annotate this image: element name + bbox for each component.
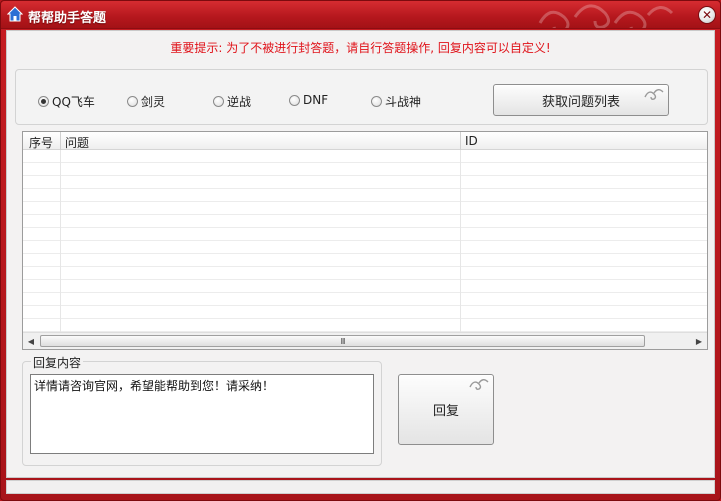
cloud-pattern-icon xyxy=(538,4,674,28)
cloud-decoration-icon xyxy=(469,379,489,390)
radio-dnf[interactable]: DNF xyxy=(289,93,328,107)
title-bar[interactable]: 帮帮助手答题 ✕ xyxy=(1,1,720,29)
reply-group-label: 回复内容 xyxy=(31,354,84,371)
radio-label: QQ飞车 xyxy=(52,95,95,109)
scroll-left-icon[interactable]: ◀ xyxy=(23,333,39,349)
radio-indicator[interactable] xyxy=(371,96,382,107)
fetch-button-label: 获取问题列表 xyxy=(541,94,620,110)
column-line xyxy=(460,150,461,332)
column-line xyxy=(60,150,61,332)
scrollbar-grip: III xyxy=(340,336,345,346)
radio-blade-soul[interactable]: 剑灵 xyxy=(127,93,165,110)
reply-button[interactable]: 回复 xyxy=(398,374,494,445)
close-button[interactable]: ✕ xyxy=(698,6,716,24)
main-window: 帮帮助手答题 ✕ 重要提示: 为了不被进行封答题，请自行答题操作, 回复内容可以… xyxy=(0,0,721,501)
important-notice: 重要提示: 为了不被进行封答题，请自行答题操作, 回复内容可以自定义! xyxy=(170,41,551,55)
radio-label: 斗战神 xyxy=(385,95,422,109)
reply-content-group: 回复内容 详情请咨询官网，希望能帮助到您！请采纳！ xyxy=(22,354,382,466)
radio-nizhan[interactable]: 逆战 xyxy=(213,93,251,110)
radio-indicator[interactable] xyxy=(289,94,300,106)
cloud-decoration-icon xyxy=(644,89,664,100)
client-area: 重要提示: 为了不被进行封答题，请自行答题操作, 回复内容可以自定义! QQ飞车… xyxy=(6,30,715,478)
home-icon xyxy=(7,6,23,22)
game-select-group: QQ飞车 剑灵 逆战 DNF 斗战神 获取问题列表 xyxy=(15,69,708,125)
fetch-questions-button[interactable]: 获取问题列表 xyxy=(493,84,669,116)
question-list[interactable]: 序号 问题 ID ◀ III ▶ xyxy=(22,131,708,350)
list-header: 序号 问题 ID xyxy=(23,132,707,150)
scroll-right-icon[interactable]: ▶ xyxy=(691,333,707,349)
close-icon: ✕ xyxy=(701,8,713,22)
horizontal-scrollbar[interactable]: ◀ III ▶ xyxy=(23,332,707,349)
column-header-id[interactable]: ID xyxy=(465,134,478,148)
list-body[interactable] xyxy=(23,150,707,332)
radio-douzhanshen[interactable]: 斗战神 xyxy=(371,93,421,110)
reply-textarea[interactable]: 详情请咨询官网，希望能帮助到您！请采纳！ xyxy=(30,374,374,454)
window-title: 帮帮助手答题 xyxy=(28,11,107,26)
status-bar xyxy=(6,480,715,494)
radio-indicator[interactable] xyxy=(213,96,224,107)
column-header-question[interactable]: 问题 xyxy=(65,134,89,151)
radio-indicator[interactable] xyxy=(38,96,49,107)
reply-button-label: 回复 xyxy=(432,404,459,419)
radio-label: DNF xyxy=(303,93,329,107)
radio-indicator[interactable] xyxy=(127,96,138,107)
scrollbar-thumb[interactable]: III xyxy=(40,335,645,347)
column-divider[interactable] xyxy=(60,132,61,150)
radio-label: 逆战 xyxy=(227,95,252,109)
radio-qq-speed[interactable]: QQ飞车 xyxy=(38,93,95,110)
radio-label: 剑灵 xyxy=(141,95,166,109)
column-divider[interactable] xyxy=(460,132,461,150)
column-header-index[interactable]: 序号 xyxy=(29,134,53,151)
